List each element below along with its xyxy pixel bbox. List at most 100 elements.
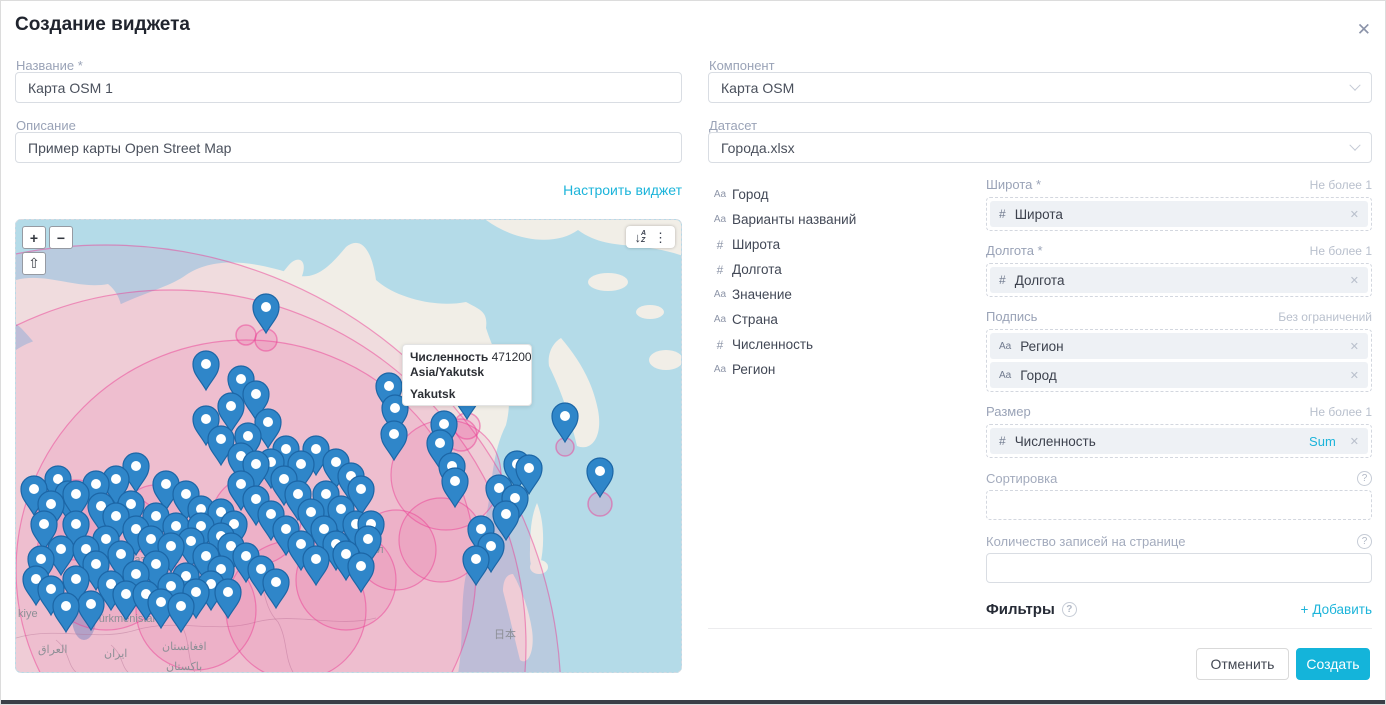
text-type-icon: Aa	[999, 341, 1011, 352]
slot-limit: Не более 1	[1310, 405, 1372, 419]
text-type-icon: Aa	[999, 370, 1011, 381]
slot-долгота-: Долгота * Не более 1 # Долгота ✕	[986, 243, 1372, 297]
chip-численность[interactable]: # Численность Sum ✕	[990, 428, 1368, 454]
add-filter-button[interactable]: +Добавить	[1300, 602, 1372, 617]
sorting-dropzone[interactable]	[986, 490, 1372, 520]
field-item-долгота[interactable]: #Долгота	[710, 257, 972, 282]
sorting-header: Сортировка ?	[986, 470, 1372, 486]
text-type-icon: Aa	[710, 289, 730, 300]
aggregation-label[interactable]: Sum	[1309, 434, 1336, 449]
field-item-регион[interactable]: AaРегион	[710, 357, 972, 382]
slot-dropzone[interactable]: AaРегион✕AaГород✕	[986, 329, 1372, 392]
number-type-icon: #	[710, 338, 730, 352]
close-icon[interactable]: ✕	[1357, 21, 1371, 38]
remove-chip-icon[interactable]: ✕	[1350, 435, 1359, 448]
widget-creation-dialog: Создание виджета ✕ Название * Описание Н…	[0, 0, 1386, 705]
create-button[interactable]: Создать	[1296, 648, 1370, 680]
map-tooltip: Численность 471200,00 Asia/Yakutsk Yakut…	[402, 344, 532, 406]
chip-широта[interactable]: # Широта ✕	[990, 201, 1368, 227]
chip-name: Численность	[1015, 434, 1096, 449]
cancel-button[interactable]: Отменить	[1196, 648, 1289, 680]
slot-limit: Без ограничений	[1278, 310, 1372, 324]
radius-circle	[236, 325, 256, 345]
description-input[interactable]	[15, 132, 682, 163]
remove-chip-icon[interactable]: ✕	[1350, 274, 1359, 287]
field-name: Город	[732, 187, 769, 202]
dataset-label: Датасет	[709, 118, 757, 133]
filters-title: Фильтры ?	[986, 601, 1077, 618]
slot-широта-: Широта *Не более 1#Широта✕	[986, 177, 1372, 231]
page-title: Создание виджета	[15, 14, 190, 36]
slot-dropzone[interactable]: # Широта ✕	[986, 197, 1372, 231]
chevron-down-icon	[1349, 139, 1360, 150]
component-select[interactable]: Карта OSM	[708, 72, 1372, 103]
sorting-label: Сортировка	[986, 471, 1057, 486]
slot-dropzone[interactable]: # Численность Sum ✕	[986, 424, 1372, 458]
help-icon[interactable]: ?	[1357, 534, 1372, 549]
name-input[interactable]	[15, 72, 682, 103]
remove-chip-icon[interactable]: ✕	[1350, 208, 1359, 221]
field-name: Долгота	[732, 262, 782, 277]
number-type-icon: #	[999, 207, 1006, 221]
chip-name: Широта	[1015, 207, 1063, 222]
field-name: Значение	[732, 287, 792, 302]
country-label: 日本	[494, 627, 516, 641]
number-type-icon: #	[710, 238, 730, 252]
footer-divider	[708, 628, 1372, 629]
chip-долгота[interactable]: # Долгота ✕	[990, 267, 1368, 293]
mapping-column: Широта *Не более 1#Широта✕Долгота *Не бо…	[986, 177, 1372, 618]
map-zoom-out-button[interactable]: −	[49, 226, 73, 249]
sort-icon[interactable]: ↓ AZ	[634, 230, 646, 244]
map-canvas: ҚазақстанМонголулсO'zbekistonTürkmenista…	[16, 220, 682, 673]
chevron-down-icon	[1349, 79, 1360, 90]
slot-label: Подпись	[986, 309, 1037, 324]
slot-dropzone[interactable]: # Долгота ✕	[986, 263, 1372, 297]
kebab-menu-icon[interactable]: ⋮	[654, 231, 667, 244]
map-preview[interactable]: ҚазақстанМонголулсO'zbekistonTürkmenista…	[15, 219, 682, 673]
field-item-страна[interactable]: AaСтрана	[710, 307, 972, 332]
slot-limit: Не более 1	[1310, 244, 1372, 258]
field-item-город[interactable]: AaГород	[710, 182, 972, 207]
tooltip-timezone: Asia/Yakutsk	[410, 365, 524, 379]
chip-регион[interactable]: AaРегион✕	[990, 333, 1368, 359]
field-name: Широта	[732, 237, 780, 252]
field-name: Варианты названий	[732, 212, 856, 227]
page-size-input[interactable]	[986, 553, 1372, 583]
map-fit-bounds-button[interactable]: ⇧	[22, 252, 46, 275]
help-icon[interactable]: ?	[1062, 602, 1077, 617]
chip-город[interactable]: Aa Город ✕	[990, 362, 1368, 388]
field-item-значение[interactable]: AaЗначение	[710, 282, 972, 307]
number-type-icon: #	[999, 434, 1006, 448]
text-type-icon: Aa	[710, 364, 730, 375]
slot-label: Размер	[986, 404, 1031, 419]
page-size-header: Количество записей на странице ?	[986, 533, 1372, 549]
filters-row: Фильтры ? +Добавить	[986, 601, 1372, 618]
chip-name: Долгота	[1015, 273, 1065, 288]
country-label: باكستان	[166, 661, 202, 673]
text-type-icon: Aa	[710, 314, 730, 325]
map-toolbar: ↓ AZ ⋮	[626, 226, 675, 248]
remove-chip-icon[interactable]: ✕	[1350, 369, 1359, 382]
text-type-icon: Aa	[710, 189, 730, 200]
slot-label: Долгота *	[986, 243, 1043, 258]
country-label: kiye	[18, 608, 38, 620]
dataset-select[interactable]: Города.xlsx	[708, 132, 1372, 163]
field-item-варианты-названий[interactable]: AaВарианты названий	[710, 207, 972, 232]
field-name: Страна	[732, 312, 778, 327]
country-label: ايران	[104, 648, 127, 660]
field-item-численность[interactable]: #Численность	[710, 332, 972, 357]
chip-name: Город	[1020, 368, 1057, 383]
number-type-icon: #	[999, 273, 1006, 287]
help-icon[interactable]: ?	[1357, 471, 1372, 486]
remove-chip-icon[interactable]: ✕	[1350, 340, 1359, 353]
field-item-широта[interactable]: #Широта	[710, 232, 972, 257]
description-label: Описание	[16, 118, 76, 133]
bottom-border	[1, 700, 1385, 704]
country-label: العراق	[38, 644, 67, 656]
map-zoom-in-button[interactable]: +	[22, 226, 46, 249]
slot-limit: Не более 1	[1310, 178, 1372, 192]
text-type-icon: Aa	[710, 214, 730, 225]
number-type-icon: #	[710, 263, 730, 277]
tooltip-city: Yakutsk	[410, 387, 524, 401]
configure-widget-link[interactable]: Настроить виджет	[15, 182, 682, 198]
